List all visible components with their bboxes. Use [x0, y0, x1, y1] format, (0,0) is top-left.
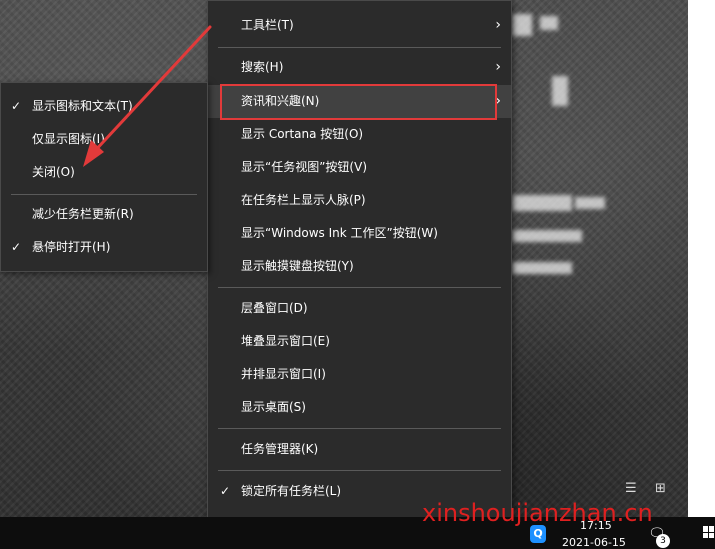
windows-start-icon[interactable]: [703, 526, 715, 538]
menu-item-cascade-windows[interactable]: 层叠窗口(D): [208, 292, 511, 325]
menu-item-label: 显示“Windows Ink 工作区”按钮(W): [241, 226, 438, 240]
qq-tray-icon[interactable]: Q: [530, 525, 546, 543]
list-view-icon[interactable]: ☰: [625, 481, 641, 497]
submenu-item-show-icon-only[interactable]: 仅显示图标(I): [1, 123, 207, 156]
blurred-item: [512, 230, 582, 242]
menu-item-label: 工具栏(T): [241, 18, 294, 32]
blurred-item: [512, 195, 572, 211]
menu-separator: [11, 194, 197, 195]
menu-item-toolbars[interactable]: 工具栏(T) ›: [208, 9, 511, 42]
blurred-item: [540, 16, 558, 30]
menu-separator: [218, 428, 501, 429]
menu-item-label: 堆叠显示窗口(E): [241, 334, 330, 348]
background-window-edge: [688, 0, 715, 517]
checkmark-icon: ✓: [220, 484, 231, 498]
menu-item-label: 显示图标和文本(T): [32, 99, 133, 113]
submenu-item-reduce-updates[interactable]: 减少任务栏更新(R): [1, 198, 207, 231]
chevron-right-icon: ›: [495, 17, 501, 33]
menu-separator: [218, 287, 501, 288]
taskbar-context-menu: 工具栏(T) › 搜索(H) › 资讯和兴趣(N) › 显示 Cortana 按…: [207, 0, 512, 549]
checkmark-icon: ✓: [11, 240, 22, 254]
menu-item-label: 悬停时打开(H): [32, 240, 111, 254]
menu-item-label: 显示触摸键盘按钮(Y): [241, 259, 354, 273]
menu-item-show-windows-ink[interactable]: 显示“Windows Ink 工作区”按钮(W): [208, 217, 511, 250]
menu-item-label: 仅显示图标(I): [32, 132, 105, 146]
menu-item-task-manager[interactable]: 任务管理器(K): [208, 433, 511, 466]
menu-item-label: 任务管理器(K): [241, 442, 319, 456]
highlight-rectangle: [220, 84, 497, 120]
blurred-item: [512, 14, 532, 36]
checkmark-icon: ✓: [11, 99, 22, 113]
menu-item-search[interactable]: 搜索(H) ›: [208, 51, 511, 84]
menu-item-stack-windows[interactable]: 堆叠显示窗口(E): [208, 325, 511, 358]
clock-date[interactable]: 2021-06-15: [562, 536, 626, 549]
menu-item-label: 锁定所有任务栏(L): [241, 484, 342, 498]
menu-item-show-touch-keyboard[interactable]: 显示触摸键盘按钮(Y): [208, 250, 511, 283]
submenu-item-turn-off[interactable]: 关闭(O): [1, 156, 207, 189]
menu-item-side-by-side[interactable]: 并排显示窗口(I): [208, 358, 511, 391]
blurred-item: [575, 197, 605, 209]
menu-item-show-desktop[interactable]: 显示桌面(S): [208, 391, 511, 424]
menu-item-label: 搜索(H): [241, 60, 284, 74]
menu-item-label: 层叠窗口(D): [241, 301, 308, 315]
news-and-interests-submenu: ✓ 显示图标和文本(T) 仅显示图标(I) 关闭(O) 减少任务栏更新(R) ✓…: [0, 82, 208, 272]
menu-item-show-task-view[interactable]: 显示“任务视图”按钮(V): [208, 151, 511, 184]
menu-separator: [218, 47, 501, 48]
menu-item-label: 显示“任务视图”按钮(V): [241, 160, 368, 174]
notification-count-badge: 3: [656, 534, 670, 548]
submenu-item-show-icon-and-text[interactable]: ✓ 显示图标和文本(T): [1, 90, 207, 123]
grid-view-icon[interactable]: ⊞: [655, 481, 671, 497]
menu-item-label: 显示 Cortana 按钮(O): [241, 127, 364, 141]
watermark-text: xinshoujianzhan.cn: [422, 499, 653, 527]
menu-item-label: 关闭(O): [32, 165, 75, 179]
chevron-right-icon: ›: [495, 59, 501, 75]
menu-separator: [218, 470, 501, 471]
menu-item-label: 并排显示窗口(I): [241, 367, 326, 381]
menu-item-label: 减少任务栏更新(R): [32, 207, 134, 221]
blurred-item: [552, 76, 568, 106]
blurred-item: [512, 262, 572, 274]
submenu-item-open-on-hover[interactable]: ✓ 悬停时打开(H): [1, 231, 207, 264]
menu-item-show-cortana[interactable]: 显示 Cortana 按钮(O): [208, 118, 511, 151]
menu-item-label: 显示桌面(S): [241, 400, 306, 414]
menu-item-label: 在任务栏上显示人脉(P): [241, 193, 366, 207]
menu-item-show-people[interactable]: 在任务栏上显示人脉(P): [208, 184, 511, 217]
